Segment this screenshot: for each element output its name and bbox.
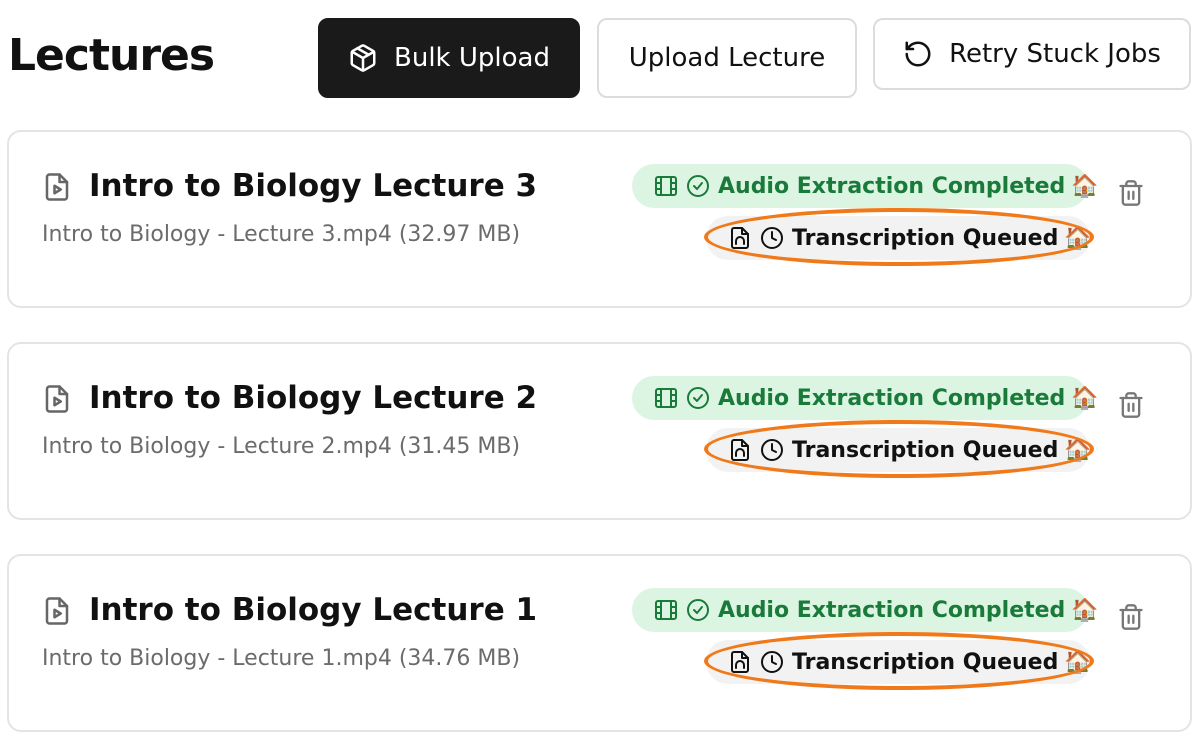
page-title: Lectures <box>8 30 215 81</box>
rotate-ccw-icon <box>903 39 933 69</box>
trash-icon[interactable] <box>1117 390 1145 424</box>
transcription-status-text: Transcription Queued <box>792 225 1059 251</box>
clock-icon <box>760 650 784 674</box>
clock-icon <box>760 438 784 462</box>
lecture-title: Intro to Biology Lecture 2 <box>89 380 538 416</box>
check-circle-icon <box>686 386 710 410</box>
status-emoji: 🏠 <box>1071 385 1099 411</box>
audio-status-badge: Audio Extraction Completed 🏠 <box>632 376 1099 420</box>
bulk-upload-label: Bulk Upload <box>394 43 550 73</box>
lecture-file-info: Intro to Biology - Lecture 2.mp4 (31.45 … <box>42 434 521 459</box>
lecture-card[interactable]: Intro to Biology Lecture 2 Intro to Biol… <box>7 342 1192 520</box>
status-emoji: 🏠 <box>1064 649 1092 675</box>
trash-icon[interactable] <box>1117 602 1145 636</box>
transcription-status-text: Transcription Queued <box>792 649 1059 675</box>
lecture-card[interactable]: Intro to Biology Lecture 1 Intro to Biol… <box>7 554 1192 732</box>
status-emoji: 🏠 <box>1071 173 1099 199</box>
film-icon <box>654 598 678 622</box>
file-video-icon <box>42 594 72 632</box>
audio-status-badge: Audio Extraction Completed 🏠 <box>632 588 1099 632</box>
film-icon <box>654 174 678 198</box>
status-emoji: 🏠 <box>1064 437 1092 463</box>
audio-status-text: Audio Extraction Completed <box>718 173 1066 199</box>
transcription-status-badge: Transcription Queued 🏠 <box>706 428 1092 472</box>
retry-stuck-jobs-button[interactable]: Retry Stuck Jobs <box>873 18 1191 90</box>
audio-status-badge: Audio Extraction Completed 🏠 <box>632 164 1099 208</box>
lecture-title: Intro to Biology Lecture 1 <box>89 592 538 628</box>
file-audio-icon <box>728 226 752 250</box>
film-icon <box>654 386 678 410</box>
upload-lecture-label: Upload Lecture <box>628 43 826 73</box>
check-circle-icon <box>686 598 710 622</box>
lecture-card[interactable]: Intro to Biology Lecture 3 Intro to Biol… <box>7 130 1192 308</box>
clock-icon <box>760 226 784 250</box>
package-icon <box>348 43 378 73</box>
status-emoji: 🏠 <box>1064 225 1092 251</box>
status-emoji: 🏠 <box>1071 597 1099 623</box>
check-circle-icon <box>686 174 710 198</box>
upload-lecture-button[interactable]: Upload Lecture <box>597 18 857 98</box>
lecture-file-info: Intro to Biology - Lecture 1.mp4 (34.76 … <box>42 646 521 671</box>
transcription-status-text: Transcription Queued <box>792 437 1059 463</box>
bulk-upload-button[interactable]: Bulk Upload <box>318 18 580 98</box>
page-header: Lectures Bulk Upload Upload Lecture Retr… <box>0 0 1200 110</box>
file-video-icon <box>42 382 72 420</box>
audio-status-text: Audio Extraction Completed <box>718 597 1066 623</box>
transcription-status-badge: Transcription Queued 🏠 <box>706 216 1092 260</box>
file-audio-icon <box>728 650 752 674</box>
file-video-icon <box>42 170 72 208</box>
trash-icon[interactable] <box>1117 178 1145 212</box>
lecture-file-info: Intro to Biology - Lecture 3.mp4 (32.97 … <box>42 222 521 247</box>
transcription-status-badge: Transcription Queued 🏠 <box>706 640 1092 684</box>
file-audio-icon <box>728 438 752 462</box>
lecture-title: Intro to Biology Lecture 3 <box>89 168 538 204</box>
audio-status-text: Audio Extraction Completed <box>718 385 1066 411</box>
retry-label: Retry Stuck Jobs <box>949 39 1161 69</box>
